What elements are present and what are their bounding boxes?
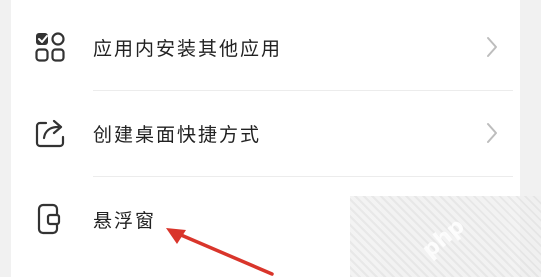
- floating-window-icon: [33, 202, 67, 236]
- annotation-arrow: [160, 222, 280, 277]
- settings-item-install-other-apps[interactable]: 应用内安装其他应用: [11, 4, 520, 90]
- shortcut-share-icon: [33, 116, 67, 150]
- settings-item-create-shortcut[interactable]: 创建桌面快捷方式: [11, 90, 520, 176]
- watermark-text: php: [417, 213, 470, 264]
- chevron-right-icon: [485, 35, 499, 59]
- chevron-right-icon: [485, 121, 499, 145]
- watermark: php: [350, 196, 541, 277]
- settings-item-label: 应用内安装其他应用: [93, 37, 283, 60]
- apps-grid-check-icon: [33, 30, 67, 64]
- settings-item-label: 创建桌面快捷方式: [93, 123, 262, 146]
- settings-item-label: 悬浮窗: [93, 209, 157, 232]
